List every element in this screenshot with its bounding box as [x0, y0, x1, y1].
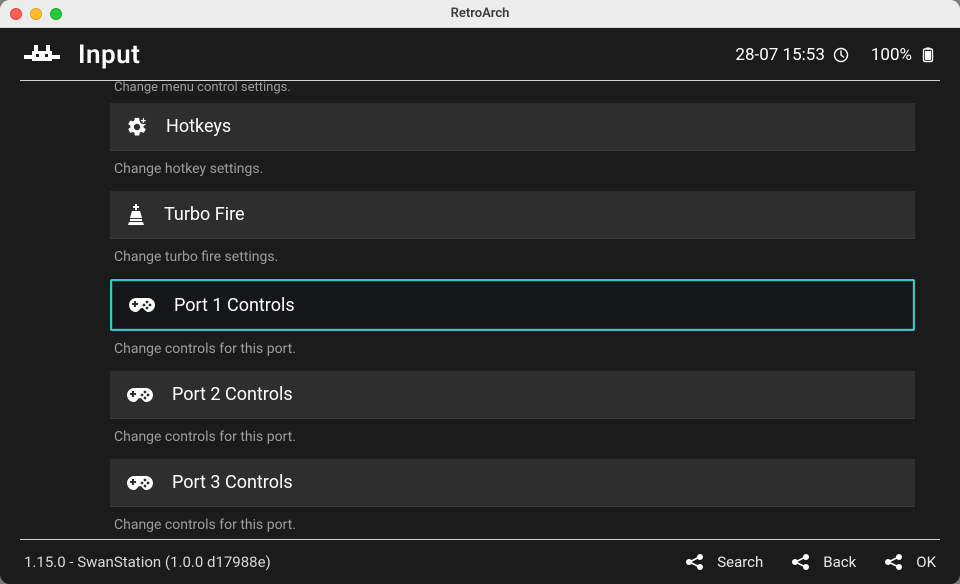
page-header: Input 28-07 15:53 100%	[0, 28, 960, 80]
footer-button-label: OK	[916, 553, 936, 571]
list-item-label: Port 1 Controls	[174, 295, 295, 316]
battery-percent: 100%	[871, 45, 912, 65]
footer-actions: Search Back OK	[685, 553, 936, 571]
footer-back-button[interactable]: Back	[791, 553, 856, 571]
list-item-label: Port 3 Controls	[172, 472, 293, 493]
cluster-icon	[685, 553, 707, 571]
page-title: Input	[78, 40, 140, 70]
titlebar: RetroArch	[0, 0, 960, 28]
clock-icon	[833, 47, 849, 63]
footer-search-button[interactable]: Search	[685, 553, 763, 571]
retroarch-logo-icon	[24, 45, 60, 65]
list-item-label: Hotkeys	[166, 116, 231, 137]
app-body: Input 28-07 15:53 100% Change menu contr…	[0, 28, 960, 584]
cluster-icon	[884, 553, 906, 571]
list-item[interactable]: Port 2 Controls	[110, 371, 915, 419]
close-window-button[interactable]	[10, 8, 22, 20]
list-item[interactable]: Port 3 Controls	[110, 459, 915, 507]
datetime-text: 28-07 15:53	[735, 45, 824, 65]
header-right: 28-07 15:53 100%	[735, 45, 936, 65]
settings-scroll-area[interactable]: Change menu control settings. Hotkeys Ch…	[0, 81, 960, 539]
list-item-label: Port 2 Controls	[172, 384, 293, 405]
battery-icon	[920, 47, 936, 63]
status-text: 1.15.0 - SwanStation (1.0.0 d17988e)	[24, 553, 271, 571]
list-item-desc: Change hotkey settings.	[110, 151, 915, 191]
cluster-icon	[791, 553, 813, 571]
window-title: RetroArch	[0, 6, 960, 21]
list-item-desc: Change turbo fire settings.	[110, 239, 915, 279]
chess-king-icon	[126, 204, 146, 226]
gear-plus-icon	[126, 116, 148, 138]
list-item[interactable]: Turbo Fire	[110, 191, 915, 239]
list-item-desc: Change controls for this port.	[110, 331, 915, 371]
gamepad-icon	[126, 386, 154, 404]
zoom-window-button[interactable]	[50, 8, 62, 20]
header-left: Input	[24, 40, 140, 70]
list-item-desc: Change menu control settings.	[110, 81, 915, 103]
list-item-desc: Change controls for this port.	[110, 507, 915, 539]
list-item[interactable]: Hotkeys	[110, 103, 915, 151]
footer-button-label: Search	[717, 553, 763, 571]
list-item[interactable]: Port 1 Controls	[110, 279, 915, 331]
traffic-lights	[10, 8, 62, 20]
settings-list: Change menu control settings. Hotkeys Ch…	[110, 81, 915, 539]
footer-ok-button[interactable]: OK	[884, 553, 936, 571]
list-item-desc: Change controls for this port.	[110, 419, 915, 459]
list-item-label: Turbo Fire	[164, 204, 245, 225]
footer-bar: 1.15.0 - SwanStation (1.0.0 d17988e) Sea…	[0, 540, 960, 584]
gamepad-icon	[126, 474, 154, 492]
minimize-window-button[interactable]	[30, 8, 42, 20]
footer-button-label: Back	[823, 553, 856, 571]
app-window: RetroArch Input	[0, 0, 960, 584]
gamepad-icon	[128, 296, 156, 314]
